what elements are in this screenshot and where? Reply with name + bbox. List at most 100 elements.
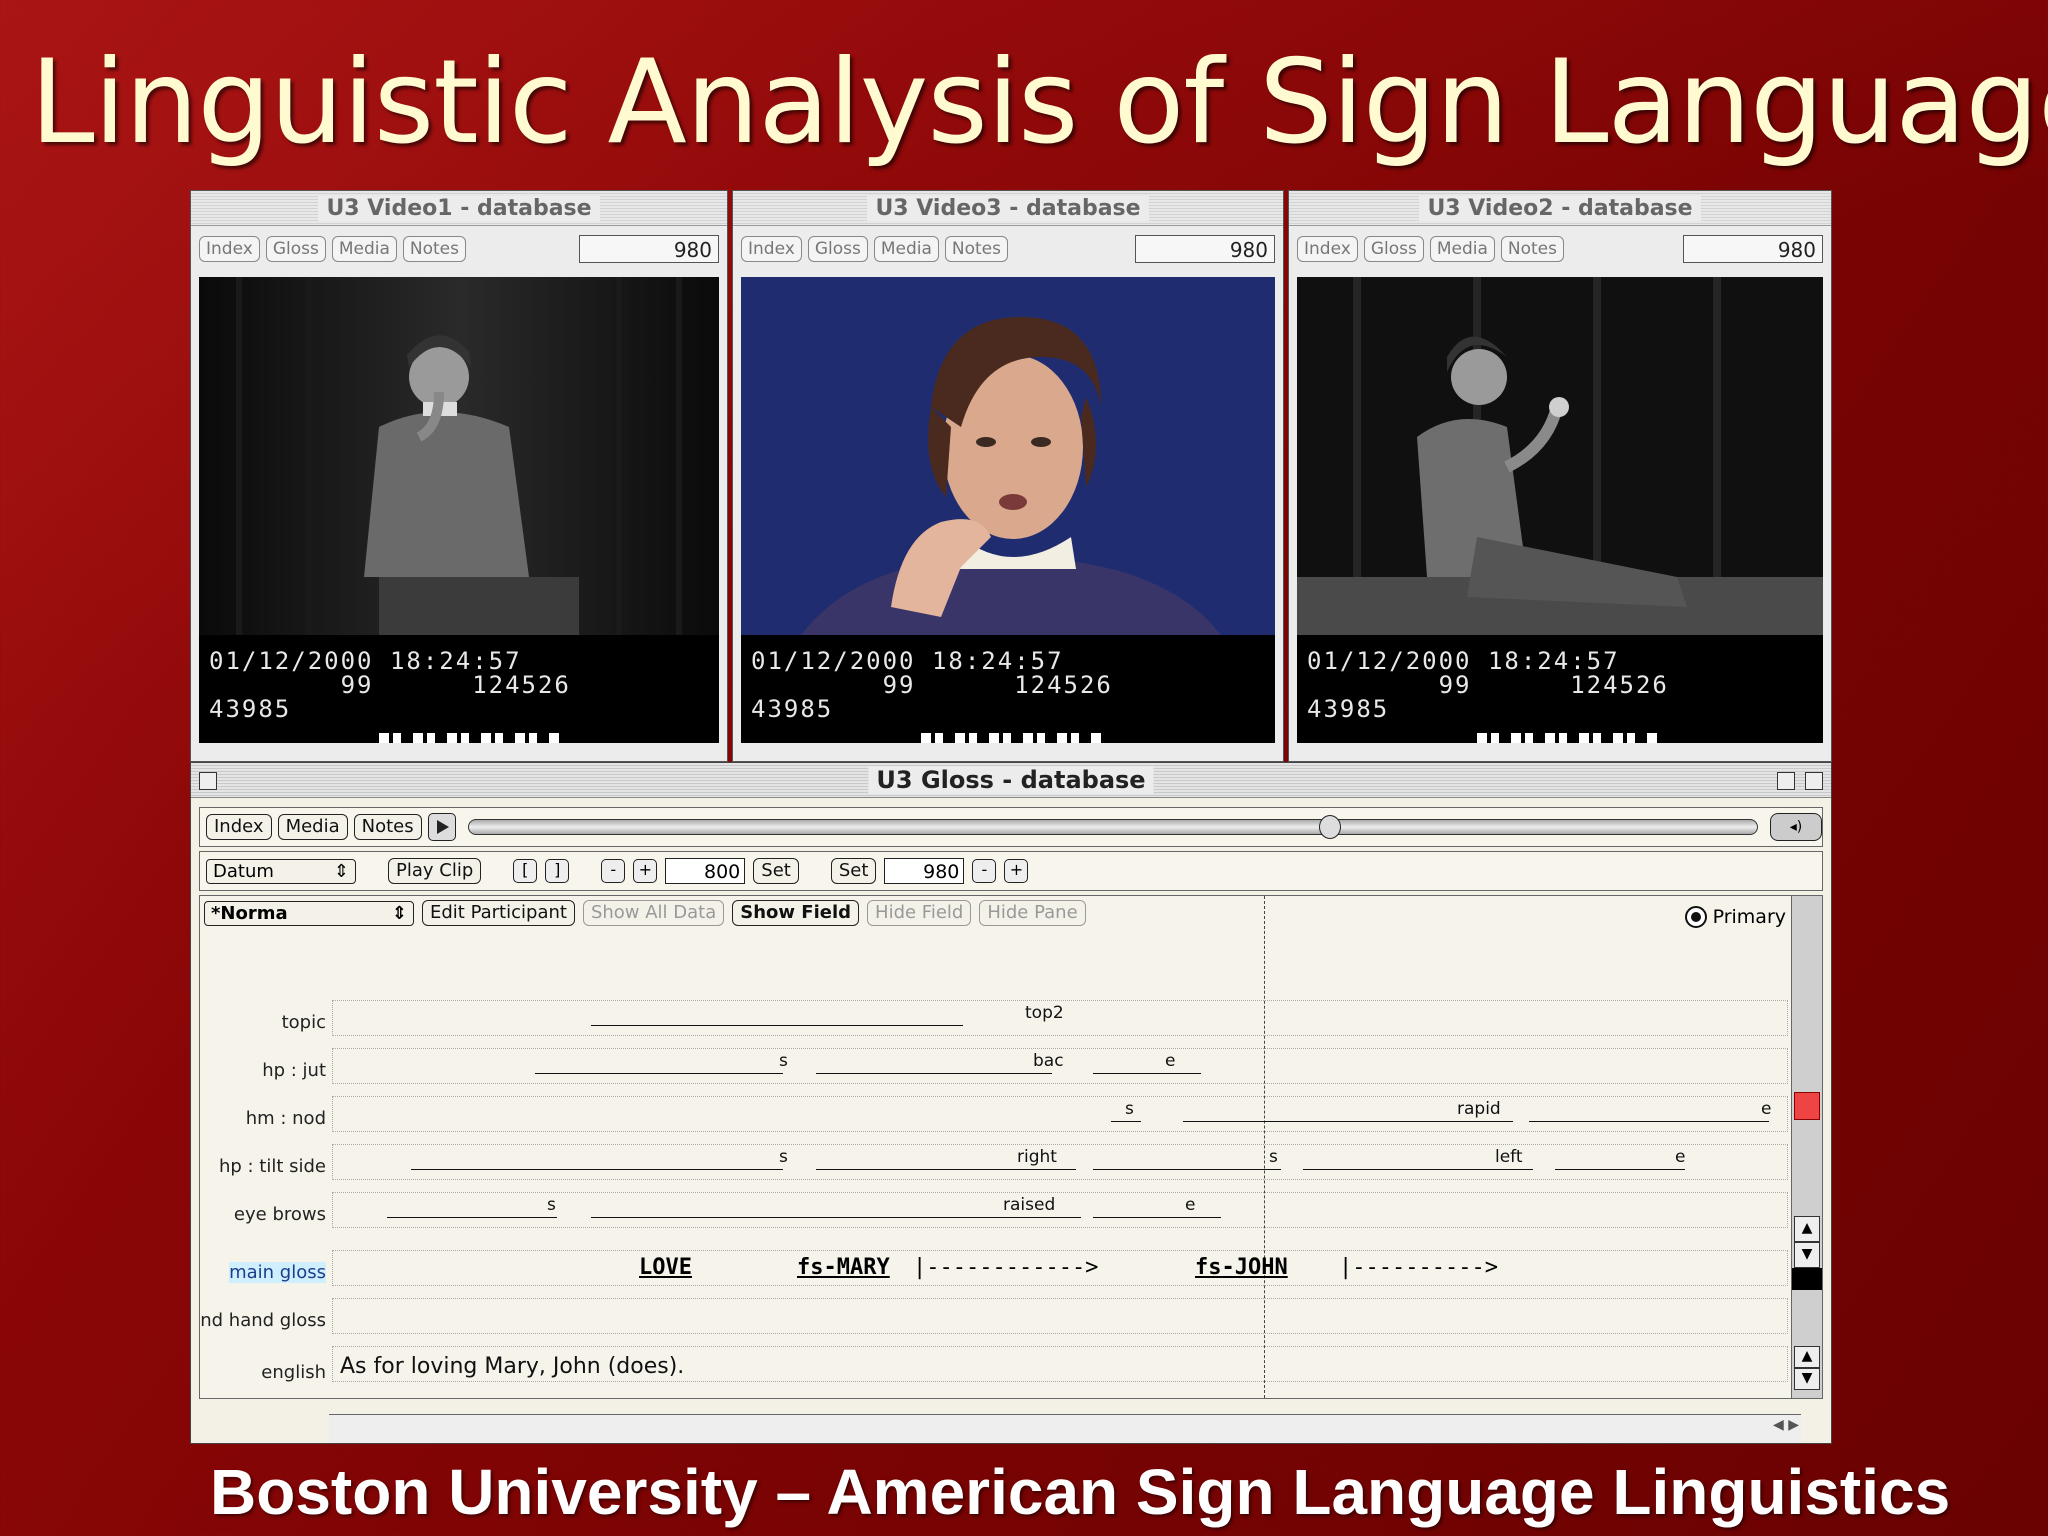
set-end-button[interactable]: Set <box>830 858 877 884</box>
close-box-icon[interactable] <box>199 772 217 790</box>
video-window-3[interactable]: U3 Video3 - database Index Gloss Media N… <box>732 190 1284 762</box>
start-frame-field[interactable]: 800 <box>665 858 746 884</box>
hide-field-button[interactable]: Hide Field <box>867 900 972 926</box>
play-icon[interactable] <box>427 813 456 841</box>
window-titlebar[interactable]: U3 Video3 - database <box>733 191 1283 226</box>
tab-notes[interactable]: Notes <box>944 236 1008 262</box>
notes-button[interactable]: Notes <box>353 814 422 840</box>
step-end-icon[interactable]: ] <box>545 859 570 883</box>
window-titlebar[interactable]: U3 Video1 - database <box>191 191 727 226</box>
datum-select-value: Datum <box>213 860 274 882</box>
tier-label-hm-nod: hm : nod <box>245 1108 326 1129</box>
tier-track-hp-jut[interactable]: s bac e <box>332 1048 1788 1084</box>
annotation-e[interactable]: e <box>1675 1147 1685 1167</box>
show-field-button[interactable]: Show Field <box>732 900 860 926</box>
scroll-down-arrow-icon[interactable]: ▼ <box>1794 1368 1820 1390</box>
annotation-left[interactable]: left <box>1495 1147 1523 1167</box>
tab-index[interactable]: Index <box>741 236 802 262</box>
video-frame[interactable] <box>199 277 719 635</box>
tier-track-hp-tilt-side[interactable]: s right s left e <box>332 1144 1788 1180</box>
tab-notes[interactable]: Notes <box>1500 236 1564 262</box>
annotation-raised[interactable]: raised <box>1003 1195 1055 1215</box>
scroll-down-arrow-icon[interactable]: ▼ <box>1794 1242 1820 1268</box>
annotation-e[interactable]: e <box>1165 1051 1175 1071</box>
participant-row: *Norma ⇕ Edit Participant Show All Data S… <box>204 900 1086 926</box>
video-frame[interactable] <box>741 277 1275 635</box>
annotation-top2[interactable]: top2 <box>1025 1003 1064 1023</box>
scrubber-thumb[interactable] <box>1318 815 1341 839</box>
start-minus-button[interactable]: - <box>601 859 626 883</box>
english-translation[interactable]: As for loving Mary, John (does). <box>340 1354 684 1379</box>
gloss-fs-mary[interactable]: fs-MARY <box>797 1255 890 1280</box>
gloss-love[interactable]: LOVE <box>639 1255 692 1280</box>
tier-track-hm-nod[interactable]: s rapid e <box>332 1096 1788 1132</box>
scroll-thumb[interactable] <box>1794 1092 1820 1120</box>
tab-notes[interactable]: Notes <box>402 236 466 262</box>
set-start-button[interactable]: Set <box>753 858 799 884</box>
annotation-s[interactable]: s <box>547 1195 556 1215</box>
tier-label-topic: topic <box>281 1012 326 1033</box>
annotation-right[interactable]: right <box>1017 1147 1057 1167</box>
tab-index[interactable]: Index <box>199 236 260 262</box>
gloss-hold-arrow[interactable]: |----------> <box>1339 1255 1498 1280</box>
tab-media[interactable]: Media <box>873 236 939 262</box>
annotation-e[interactable]: e <box>1761 1099 1771 1119</box>
tier-label-nd-hand-gloss: nd hand gloss <box>200 1310 326 1331</box>
scroll-left-right-arrows-icon[interactable]: ◀ ▶ <box>1773 1417 1799 1433</box>
tab-media[interactable]: Media <box>1429 236 1495 262</box>
tier-track-eye-brows[interactable]: s raised e <box>332 1192 1788 1228</box>
window-titlebar[interactable]: U3 Gloss - database <box>191 763 1831 798</box>
tier-track-topic[interactable]: top2 <box>332 1000 1788 1036</box>
annotation-s[interactable]: s <box>1269 1147 1278 1167</box>
end-minus-button[interactable]: - <box>972 859 997 883</box>
playback-scrubber[interactable] <box>467 815 1758 839</box>
tab-gloss[interactable]: Gloss <box>807 236 868 262</box>
gloss-window[interactable]: U3 Gloss - database Index Media Notes ◂)… <box>190 762 1832 1444</box>
scroll-up-arrow-icon[interactable]: ▲ <box>1794 1346 1820 1368</box>
video-window-2[interactable]: U3 Video2 - database Index Gloss Media N… <box>1288 190 1832 762</box>
tab-gloss[interactable]: Gloss <box>265 236 326 262</box>
vertical-scrollbar[interactable]: ▲ ▼ ▲ ▼ <box>1791 896 1822 1398</box>
video-window-1[interactable]: U3 Video1 - database Index Gloss Media N… <box>190 190 728 762</box>
primary-radio[interactable]: Primary <box>1684 906 1786 928</box>
tier-track-nd-hand-gloss[interactable] <box>332 1298 1788 1334</box>
end-plus-button[interactable]: + <box>1004 859 1029 883</box>
play-clip-button[interactable]: Play Clip <box>388 858 482 884</box>
annotation-s[interactable]: s <box>779 1051 788 1071</box>
end-frame-field[interactable]: 980 <box>884 858 965 884</box>
media-button[interactable]: Media <box>277 814 348 840</box>
step-start-icon[interactable]: [ <box>513 859 538 883</box>
video-toolbar: Index Gloss Media Notes 980 <box>741 233 1275 265</box>
participant-select[interactable]: *Norma ⇕ <box>204 900 414 926</box>
gloss-fs-john[interactable]: fs-JOHN <box>1195 1255 1288 1280</box>
window-titlebar[interactable]: U3 Video2 - database <box>1289 191 1831 226</box>
horizontal-scrollbar[interactable]: ◀ ▶ <box>329 1414 1801 1443</box>
video-frame[interactable] <box>1297 277 1823 635</box>
index-button[interactable]: Index <box>206 814 272 840</box>
frame-number-field[interactable]: 980 <box>579 235 719 263</box>
annotation-e[interactable]: e <box>1185 1195 1195 1215</box>
overlay-line3: 43985 <box>751 695 834 723</box>
annotation-s[interactable]: s <box>1125 1099 1134 1119</box>
datum-select[interactable]: Datum ⇕ <box>206 858 356 884</box>
tab-media[interactable]: Media <box>331 236 397 262</box>
annotation-rapid[interactable]: rapid <box>1457 1099 1501 1119</box>
gloss-hold-arrow[interactable]: |------------> <box>913 1255 1098 1280</box>
start-plus-button[interactable]: + <box>633 859 658 883</box>
annotation-bac[interactable]: bac <box>1033 1051 1064 1071</box>
collapse-box-icon[interactable] <box>1805 772 1823 790</box>
edit-participant-button[interactable]: Edit Participant <box>422 900 575 926</box>
tab-index[interactable]: Index <box>1297 236 1358 262</box>
frame-number-field[interactable]: 980 <box>1135 235 1275 263</box>
volume-icon[interactable]: ◂) <box>1770 813 1822 841</box>
hide-pane-button[interactable]: Hide Pane <box>979 900 1086 926</box>
annotation-s[interactable]: s <box>779 1147 788 1167</box>
frame-number-field[interactable]: 980 <box>1683 235 1823 263</box>
annotation-line <box>816 1169 1076 1170</box>
annotation-pane[interactable]: *Norma ⇕ Edit Participant Show All Data S… <box>199 895 1823 1399</box>
scroll-up-arrow-icon[interactable]: ▲ <box>1794 1216 1820 1242</box>
show-all-data-button[interactable]: Show All Data <box>582 900 725 926</box>
tier-track-main-gloss[interactable]: LOVE fs-MARY |------------> fs-JOHN |---… <box>332 1250 1788 1286</box>
zoom-box-icon[interactable] <box>1777 772 1795 790</box>
tab-gloss[interactable]: Gloss <box>1363 236 1424 262</box>
